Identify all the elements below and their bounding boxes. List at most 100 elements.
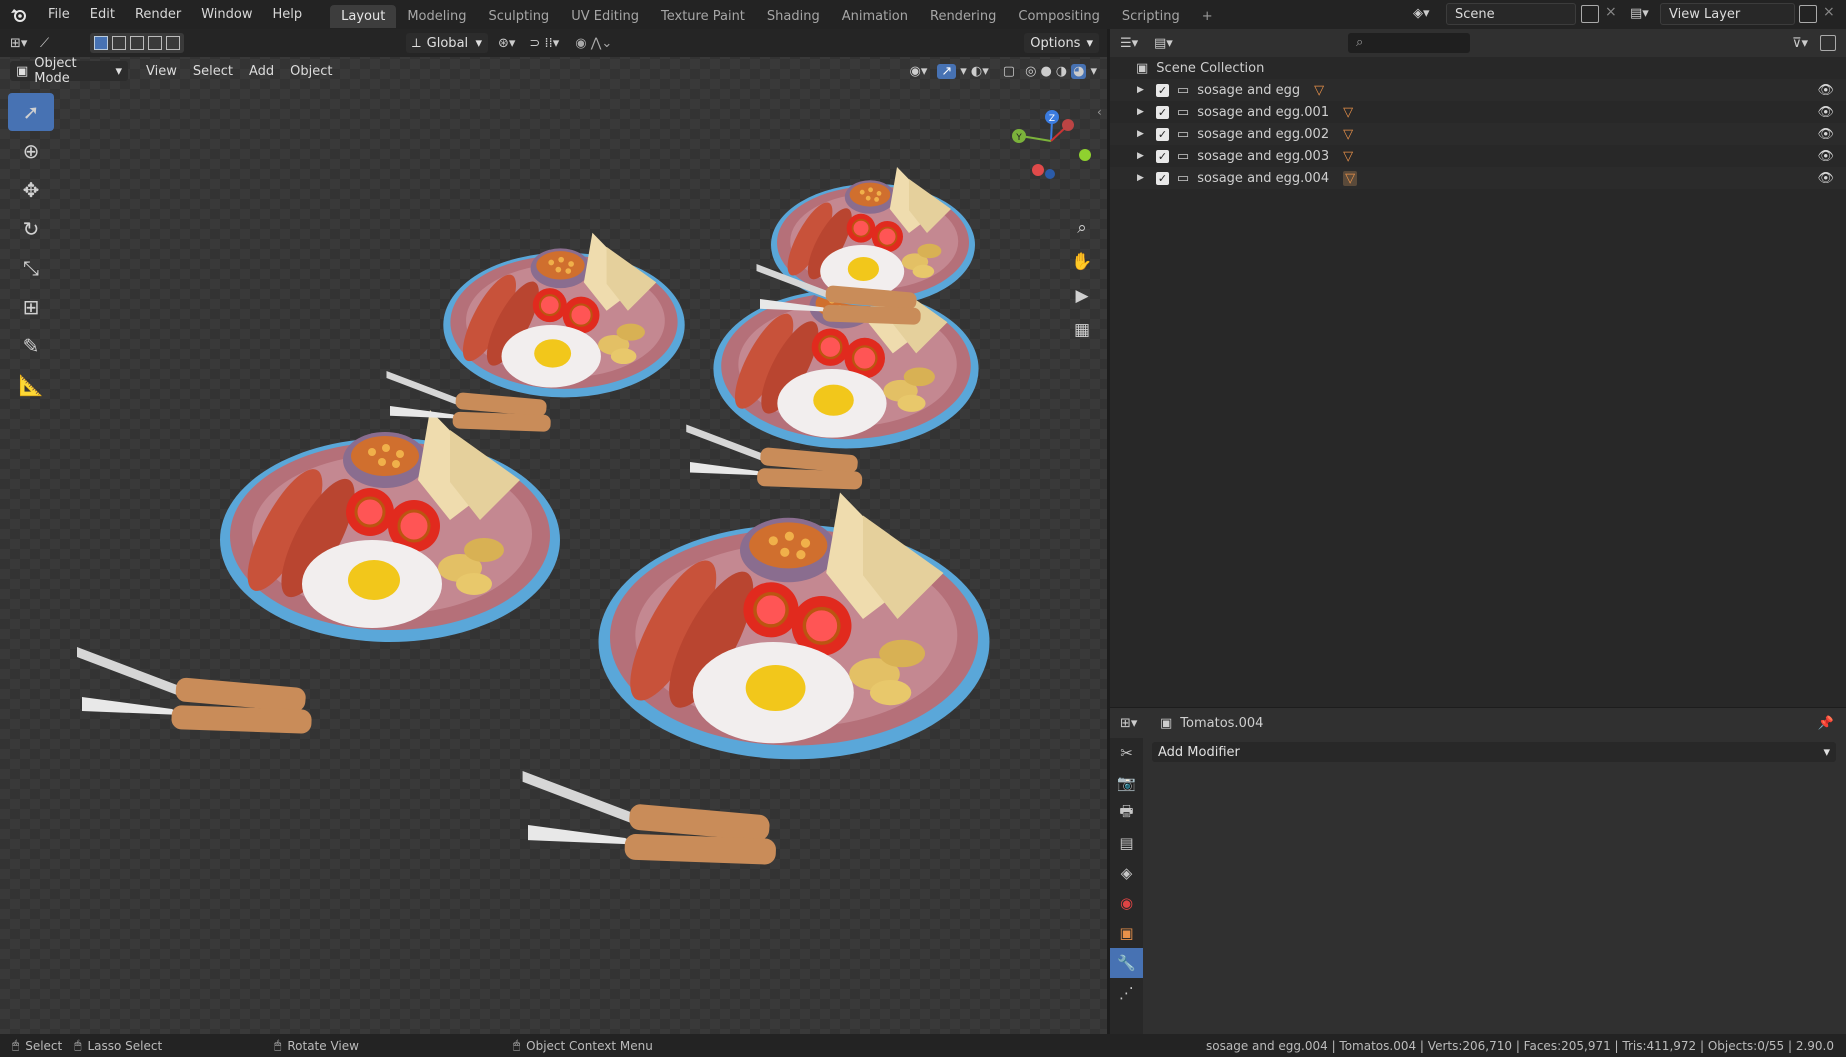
new-collection-icon[interactable] bbox=[1820, 35, 1836, 51]
active-object-name: Tomatos.004 bbox=[1180, 715, 1264, 731]
outliner-item-label: sosage and egg.001 bbox=[1197, 104, 1330, 120]
wrench-icon[interactable]: 🔧 bbox=[1110, 948, 1143, 978]
tab-animation[interactable]: Animation bbox=[831, 5, 919, 28]
outliner-item-label: sosage and egg.004 bbox=[1197, 170, 1330, 186]
pin-icon[interactable]: 📌 bbox=[1818, 716, 1834, 731]
blender-logo-icon[interactable] bbox=[0, 0, 38, 29]
expand-icon[interactable]: ▶ bbox=[1137, 85, 1144, 95]
view-layer-icon[interactable]: ▤▾ bbox=[1630, 4, 1660, 24]
object-icon: ▣ bbox=[1160, 715, 1173, 731]
tab-texture-paint[interactable]: Texture Paint bbox=[650, 5, 756, 28]
display-mode-icon[interactable]: ▤▾ bbox=[1154, 36, 1188, 51]
properties-editor: ⊞▾ ▣ Tomatos.004 📌 ✂ 📷 🖶 ▤ ◈ ◉ ▣ 🔧 ⋰ Add… bbox=[1110, 708, 1846, 1034]
object-count-icon: ▽ bbox=[1343, 170, 1358, 186]
eye-icon[interactable]: 👁 bbox=[1817, 127, 1834, 142]
status-select: Select bbox=[25, 1038, 63, 1053]
add-workspace-button[interactable]: + bbox=[1191, 5, 1224, 28]
scene-render[interactable] bbox=[0, 29, 1107, 1034]
properties-editor-type-icon[interactable]: ⊞▾ bbox=[1120, 716, 1160, 731]
outliner-header: ☰▾ ▤▾ ⌕ ⊽▾ bbox=[1110, 29, 1846, 57]
chevron-down-icon: ▾ bbox=[1823, 744, 1830, 760]
scene-selector[interactable]: Scene bbox=[1446, 3, 1576, 25]
outliner-item[interactable]: ▶ ✓ ▭ sosage and egg.003 ▽ 👁 bbox=[1110, 145, 1846, 167]
checkbox-icon[interactable]: ✓ bbox=[1155, 171, 1169, 185]
checkbox-icon[interactable]: ✓ bbox=[1155, 127, 1169, 141]
status-bar: 🖱 Select 🖱 Lasso Select 🖱 Rotate View 🖱 … bbox=[0, 1034, 1846, 1057]
view-layer-tab-icon[interactable]: ▤ bbox=[1110, 828, 1143, 858]
tab-layout[interactable]: Layout bbox=[330, 4, 397, 28]
checkbox-icon[interactable]: ✓ bbox=[1155, 83, 1169, 97]
outliner-item-label: sosage and egg bbox=[1197, 82, 1301, 98]
scene-name: Scene bbox=[1455, 6, 1495, 22]
eye-icon[interactable]: 👁 bbox=[1817, 171, 1834, 186]
scene-type-icon[interactable]: ◈▾ bbox=[1413, 4, 1443, 24]
scene-collection-row[interactable]: ▣ Scene Collection bbox=[1110, 57, 1846, 79]
collection-icon: ▭ bbox=[1176, 82, 1190, 98]
eye-icon[interactable]: 👁 bbox=[1817, 83, 1834, 98]
render-tab-icon[interactable]: 📷 bbox=[1110, 768, 1143, 798]
mouse-middle-icon: 🖱 bbox=[274, 1038, 282, 1052]
expand-icon[interactable]: ▶ bbox=[1137, 129, 1144, 139]
view-layer-selector[interactable]: View Layer bbox=[1660, 3, 1795, 25]
outliner-item[interactable]: ▶ ✓ ▭ sosage and egg.004 ▽ 👁 bbox=[1110, 167, 1846, 189]
object-count-icon: ▽ bbox=[1343, 104, 1354, 120]
main-menu: File Edit Render Window Help bbox=[38, 0, 312, 29]
collection-icon: ▭ bbox=[1176, 104, 1190, 120]
collection-icon: ▭ bbox=[1176, 170, 1190, 186]
outliner: ☰▾ ▤▾ ⌕ ⊽▾ ▣ Scene Collection ▶ ✓ ▭ sosa… bbox=[1110, 29, 1846, 707]
eye-icon[interactable]: 👁 bbox=[1817, 105, 1834, 120]
particles-tab-icon[interactable]: ⋰ bbox=[1110, 978, 1143, 1008]
delete-view-layer-icon[interactable]: × bbox=[1823, 4, 1835, 20]
view-layer-name: View Layer bbox=[1669, 6, 1741, 22]
filter-icon[interactable]: ⊽▾ bbox=[1792, 36, 1808, 51]
collection-icon: ▭ bbox=[1176, 148, 1190, 164]
output-tab-icon[interactable]: 🖶 bbox=[1110, 798, 1143, 828]
status-context: Object Context Menu bbox=[526, 1038, 653, 1053]
object-tab-icon[interactable]: ▣ bbox=[1110, 918, 1143, 948]
top-bar: File Edit Render Window Help Layout Mode… bbox=[0, 0, 1846, 29]
tab-modeling[interactable]: Modeling bbox=[396, 5, 477, 28]
checkbox-icon[interactable]: ✓ bbox=[1155, 149, 1169, 163]
new-scene-icon[interactable] bbox=[1581, 5, 1599, 23]
expand-icon[interactable]: ▶ bbox=[1137, 151, 1144, 161]
checkbox-icon[interactable]: ✓ bbox=[1155, 105, 1169, 119]
tab-sculpting[interactable]: Sculpting bbox=[477, 5, 560, 28]
menu-window[interactable]: Window bbox=[191, 0, 262, 29]
menu-edit[interactable]: Edit bbox=[80, 0, 125, 29]
status-rotate: Rotate View bbox=[287, 1038, 359, 1053]
outliner-item-label: sosage and egg.003 bbox=[1197, 148, 1330, 164]
search-icon: ⌕ bbox=[1356, 35, 1364, 50]
outliner-item-label: sosage and egg.002 bbox=[1197, 126, 1330, 142]
menu-render[interactable]: Render bbox=[125, 0, 191, 29]
status-lasso: Lasso Select bbox=[87, 1038, 163, 1053]
tab-shading[interactable]: Shading bbox=[756, 5, 831, 28]
menu-file[interactable]: File bbox=[38, 0, 80, 29]
scene-tab-icon[interactable]: ◈ bbox=[1110, 858, 1143, 888]
eye-icon[interactable]: 👁 bbox=[1817, 149, 1834, 164]
mouse-left-icon: 🖱 bbox=[12, 1038, 20, 1052]
properties-tabs: ✂ 📷 🖶 ▤ ◈ ◉ ▣ 🔧 ⋰ bbox=[1110, 738, 1143, 1034]
outliner-item[interactable]: ▶ ✓ ▭ sosage and egg.001 ▽ 👁 bbox=[1110, 101, 1846, 123]
delete-scene-icon[interactable]: × bbox=[1605, 4, 1617, 20]
search-input[interactable]: ⌕ bbox=[1348, 33, 1470, 53]
tab-scripting[interactable]: Scripting bbox=[1111, 5, 1191, 28]
3d-viewport[interactable]: ⊞▾ ⟋ ⟂ Global ▾ ⊛▾ ⊃ ⁞⁞▾ ◉ ⋀⌄ Options ▾ … bbox=[0, 29, 1107, 1034]
expand-icon[interactable]: ▶ bbox=[1137, 173, 1144, 183]
outliner-item[interactable]: ▶ ✓ ▭ sosage and egg ▽ 👁 bbox=[1110, 79, 1846, 101]
mouse-right-icon: 🖱 bbox=[512, 1038, 521, 1052]
tool-tab-icon[interactable]: ✂ bbox=[1110, 738, 1143, 768]
world-tab-icon[interactable]: ◉ bbox=[1110, 888, 1143, 918]
collection-icon: ▣ bbox=[1136, 60, 1149, 76]
tab-compositing[interactable]: Compositing bbox=[1007, 5, 1111, 28]
new-view-layer-icon[interactable] bbox=[1799, 5, 1817, 23]
outliner-item[interactable]: ▶ ✓ ▭ sosage and egg.002 ▽ 👁 bbox=[1110, 123, 1846, 145]
menu-help[interactable]: Help bbox=[263, 0, 313, 29]
properties-header: ⊞▾ ▣ Tomatos.004 📌 bbox=[1110, 708, 1846, 738]
outliner-tree: ▣ Scene Collection ▶ ✓ ▭ sosage and egg … bbox=[1110, 57, 1846, 189]
expand-icon[interactable]: ▶ bbox=[1137, 107, 1144, 117]
outliner-editor-type-icon[interactable]: ☰▾ bbox=[1120, 36, 1154, 51]
status-stats: sosage and egg.004 | Tomatos.004 | Verts… bbox=[1206, 1038, 1834, 1053]
tab-uv-editing[interactable]: UV Editing bbox=[560, 5, 650, 28]
tab-rendering[interactable]: Rendering bbox=[919, 5, 1007, 28]
add-modifier-dropdown[interactable]: Add Modifier ▾ bbox=[1152, 742, 1836, 762]
